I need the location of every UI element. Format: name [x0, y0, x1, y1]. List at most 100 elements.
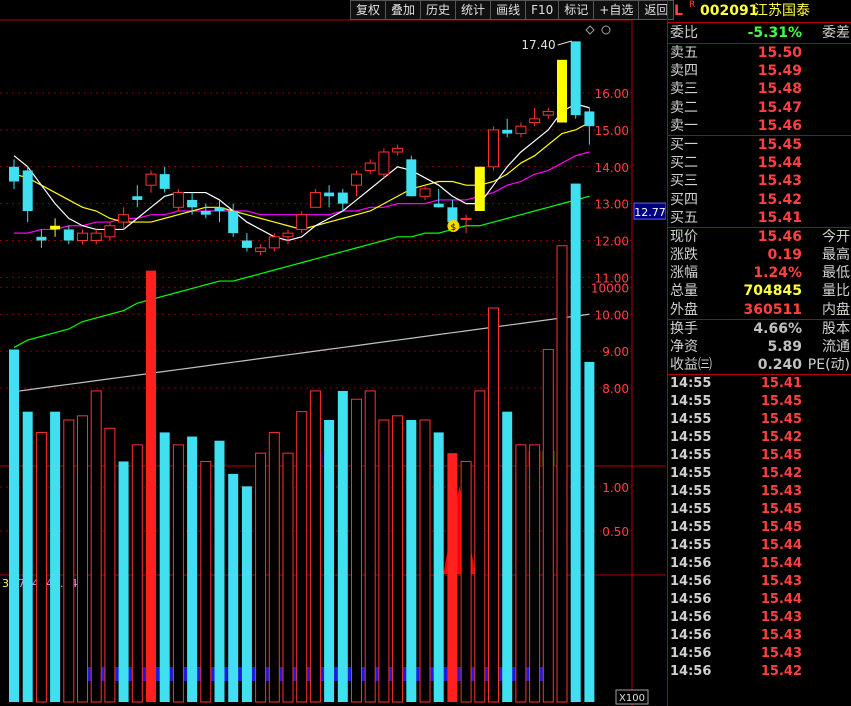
volume-bar — [104, 427, 116, 703]
volume-bar — [214, 440, 225, 702]
tick-price: 15.42 — [760, 466, 802, 482]
candle-body — [282, 232, 294, 238]
volume-bar — [118, 461, 129, 702]
fund-row-0: 换手 4.66% 股本 — [668, 320, 851, 338]
bid-row-0-value: 15.45 — [757, 136, 802, 153]
toolbar-btn-3[interactable]: 统计 — [455, 0, 491, 20]
stat-row-3: 总量 704845 量比 — [668, 282, 851, 300]
high-price-label: 17.40 — [521, 38, 555, 52]
tick-time: 14:56 — [670, 610, 712, 626]
fund-row-1: 净资 5.89 流通 — [668, 338, 851, 356]
tick-list[interactable]: 14:55 15.41 14:55 15.45 14:55 15.45 14:55 15.42… — [668, 375, 851, 681]
toolbar-btn-6[interactable]: 标记 — [558, 0, 594, 20]
candle-body — [378, 151, 390, 175]
candle-body — [90, 232, 102, 241]
tick-row: 14:56 15.43 — [668, 645, 851, 663]
candle-body — [159, 174, 170, 189]
bid-row-1-label: 买二 — [670, 155, 698, 172]
candle-body — [584, 111, 595, 127]
ask-row-1: 卖四 15.49 — [668, 62, 851, 80]
candle-body — [433, 203, 444, 208]
volume-bar — [406, 419, 417, 702]
kline-chart[interactable]: 16.0015.0014.0013.0012.0011.0010.009.008… — [0, 0, 666, 706]
candle-body — [542, 110, 554, 116]
fund-row-1-label: 净资 — [670, 339, 698, 355]
tick-time: 14:56 — [670, 556, 712, 572]
stat-row-4-value: 360511 — [743, 301, 802, 318]
tick-price: 15.44 — [760, 556, 802, 572]
candle-body — [268, 236, 280, 249]
volume-bar — [488, 307, 499, 703]
volume-bar — [228, 473, 239, 702]
volume-bar — [433, 432, 444, 702]
toolbar-btn-2[interactable]: 历史 — [420, 0, 456, 20]
volume-bar — [282, 452, 294, 703]
stock-code[interactable]: 002091 — [700, 0, 758, 22]
stock-flag: L — [674, 3, 683, 19]
price-tick-label: 10.00 — [595, 308, 629, 322]
circle-icon — [601, 25, 611, 35]
toolbar-btn-1[interactable]: 叠加 — [385, 0, 421, 20]
volume-bar — [77, 415, 88, 703]
tick-row: 14:56 15.42 — [668, 663, 851, 681]
volume-bar — [419, 419, 431, 703]
candle-body — [145, 173, 157, 186]
price-tick-label: 16.00 — [595, 87, 629, 101]
volume-bar — [255, 452, 267, 703]
current-price-tag-text: 12.77 — [634, 206, 666, 219]
candle-body — [36, 236, 47, 241]
tick-row: 14:55 15.45 — [668, 393, 851, 411]
tick-price: 15.45 — [760, 394, 802, 410]
candle-body — [50, 225, 61, 230]
volume-bar — [392, 415, 404, 703]
toolbar-btn-4[interactable]: 画线 — [490, 0, 526, 20]
candle-body — [172, 192, 184, 208]
candle-body — [337, 192, 348, 204]
stat-row-2-label: 涨幅 — [670, 265, 698, 282]
volume-bar — [63, 419, 75, 703]
tick-price: 15.43 — [760, 574, 802, 590]
stat-row-2-value: 1.24% — [753, 265, 802, 282]
candle-body — [228, 211, 239, 234]
volume-bar — [187, 436, 198, 702]
candle-body — [241, 240, 252, 248]
bid-row-3-value: 15.42 — [757, 191, 802, 208]
stat-row-0-label: 现价 — [670, 228, 698, 245]
stat-row-0-value: 15.46 — [757, 228, 802, 245]
stat-row-2-label2: 最低 — [822, 265, 850, 282]
wei-cha-label: 委差 — [822, 25, 850, 41]
toolbar-btn-5[interactable]: F10 — [525, 0, 559, 20]
tick-price: 15.45 — [760, 520, 802, 536]
fund-row-2-label: 收益㈢ — [670, 357, 712, 374]
volume-bar — [515, 444, 527, 703]
tick-row: 14:55 15.42 — [668, 465, 851, 483]
toolbar-btn-7[interactable]: +自选 — [593, 0, 639, 20]
stat-row-1-label: 涨跌 — [670, 247, 698, 264]
volume-bar — [9, 349, 19, 702]
diamond-icon — [585, 25, 595, 35]
volume-bar — [22, 411, 33, 702]
volume-bar — [90, 390, 102, 703]
bid-row-4-label: 买五 — [670, 209, 698, 226]
volume-bar — [172, 444, 184, 703]
high-price-pointer — [557, 40, 572, 46]
fund-row-1-label2: 流通 — [822, 339, 850, 355]
wei-bi-label: 委比 — [670, 25, 698, 41]
tick-row: 14:55 15.41 — [668, 375, 851, 393]
candle-body — [309, 192, 321, 208]
volume-tick-label: 10000 — [591, 281, 629, 295]
ask-row-1-label: 卖四 — [670, 63, 698, 80]
tick-price: 15.45 — [760, 502, 802, 518]
toolbar-btn-0[interactable]: 复权 — [350, 0, 386, 20]
ask-row-3-label: 卖二 — [670, 99, 698, 116]
fundamentals: 换手 4.66% 股本 净资 5.89 流通 收益㈢ 0.240 PE(动) — [668, 320, 851, 376]
candle-body — [214, 207, 225, 211]
stock-name[interactable]: 江苏国泰 — [754, 0, 810, 22]
candle-body — [324, 192, 335, 197]
ask-row-2-label: 卖三 — [670, 81, 698, 98]
candle-body — [104, 225, 116, 238]
price-tick-label: 12.00 — [595, 235, 629, 249]
volume-bar — [351, 398, 362, 703]
tick-price: 15.45 — [760, 448, 802, 464]
stat-row-1-label2: 最高 — [822, 247, 850, 264]
